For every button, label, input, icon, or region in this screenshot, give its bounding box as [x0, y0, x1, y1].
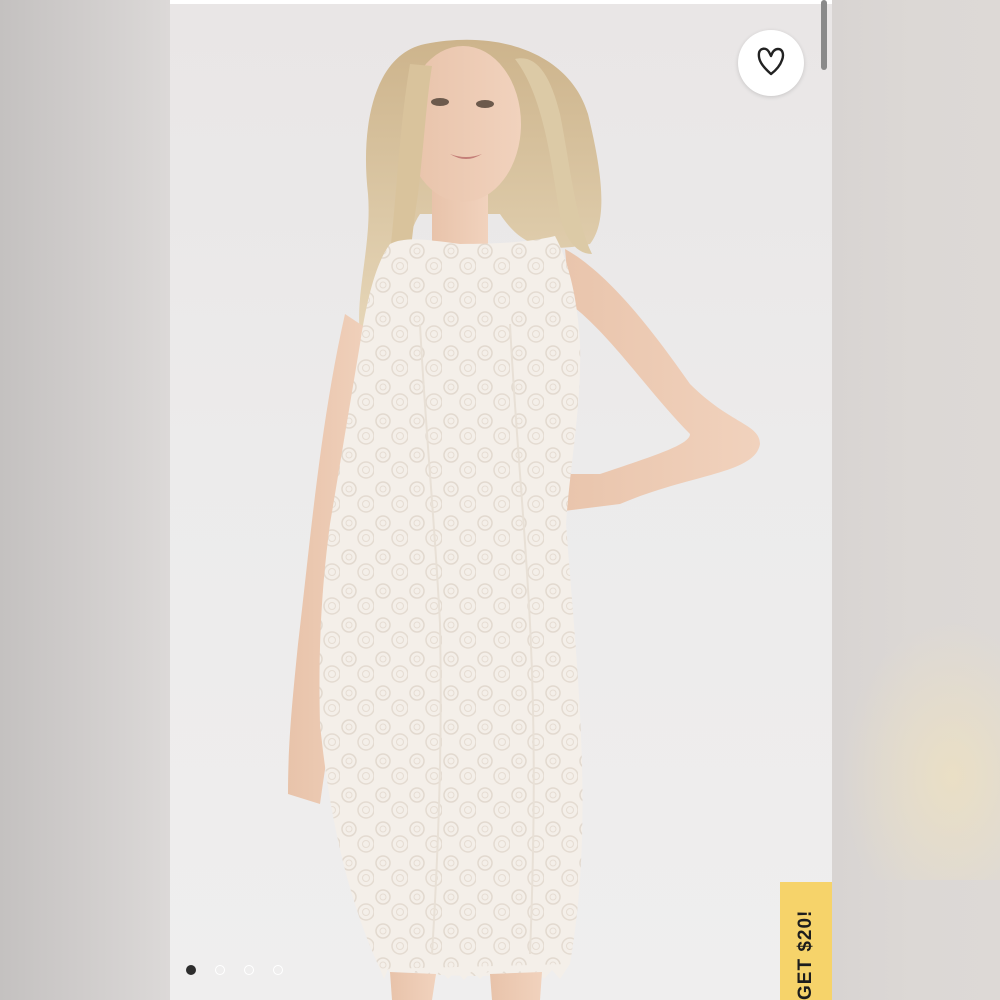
image-carousel-dots	[186, 965, 283, 975]
scrollbar-thumb[interactable]	[821, 0, 827, 70]
product-photo[interactable]	[170, 4, 832, 1000]
background-glow	[840, 620, 1000, 880]
model-in-white-lace-dress-image	[288, 39, 760, 1000]
heart-outline-icon	[756, 44, 786, 83]
carousel-dot-3[interactable]	[244, 965, 254, 975]
promo-tab-label: GET $20!	[795, 909, 816, 1000]
blurred-background-left	[0, 0, 170, 1000]
carousel-dot-4[interactable]	[273, 965, 283, 975]
blurred-background-right	[832, 0, 1000, 1000]
favorite-button[interactable]	[738, 30, 804, 96]
carousel-dot-2[interactable]	[215, 965, 225, 975]
screenshot-frame	[170, 0, 832, 1000]
promo-tab[interactable]: GET $20!	[780, 882, 832, 1000]
carousel-dot-1[interactable]	[186, 965, 196, 975]
